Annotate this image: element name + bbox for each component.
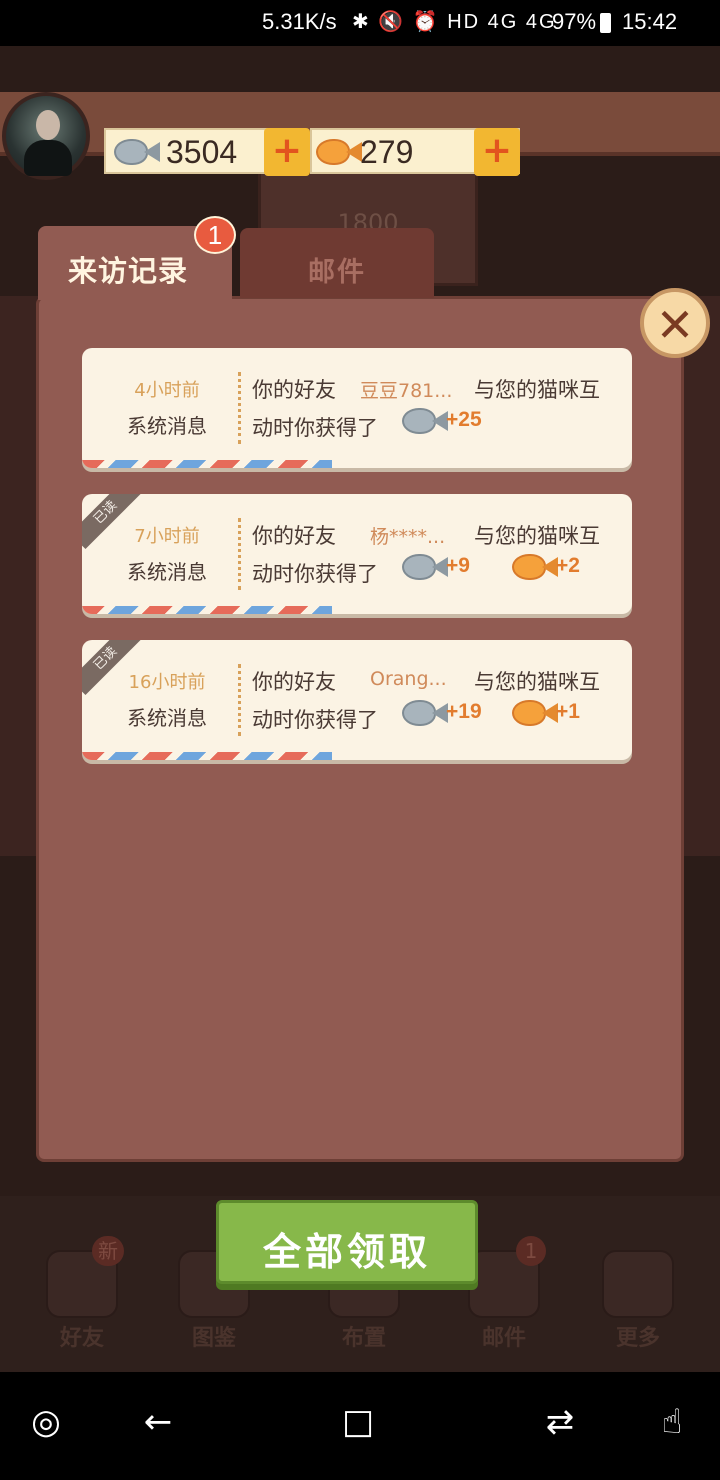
gold-reward: +1 xyxy=(512,698,580,732)
silver-fish-counter: 3504 + xyxy=(104,128,310,176)
tab-mail[interactable]: 邮件 xyxy=(240,228,434,298)
silver-reward-amount: +19 xyxy=(446,700,482,723)
nav-mail-label: 邮件 xyxy=(481,1326,526,1351)
player-avatar[interactable] xyxy=(2,92,90,180)
nav-friends[interactable]: 新 好友 xyxy=(32,1236,132,1360)
gold-fish-icon xyxy=(316,137,364,167)
more-icon xyxy=(602,1250,674,1318)
message-divider xyxy=(238,664,241,736)
silver-fish-icon xyxy=(402,552,450,582)
airmail-stripe xyxy=(82,752,332,760)
recents-icon[interactable]: □ xyxy=(328,1402,388,1442)
friend-name[interactable]: 豆豆781... xyxy=(360,376,452,403)
nav-atlas-label: 图鉴 xyxy=(191,1326,236,1351)
message-card[interactable]: 已读 16小时前 系统消息 你的好友 Orang... 与您的猫咪互 动时你获得… xyxy=(82,640,632,760)
message-time: 7小时前 xyxy=(134,526,200,547)
message-time: 16小时前 xyxy=(128,672,206,693)
message-suffix: 与您的猫咪互 xyxy=(474,670,600,694)
message-source: 系统消息 xyxy=(127,706,207,730)
tab-visit-records-label: 来访记录 xyxy=(68,254,189,288)
message-line2: 动时你获得了 xyxy=(252,416,378,440)
right-curtain xyxy=(684,296,720,856)
silver-reward: +9 xyxy=(402,552,470,586)
close-icon: ✕ xyxy=(655,298,695,352)
close-button[interactable]: ✕ xyxy=(640,288,710,358)
gold-fish-counter: 279 + xyxy=(310,128,520,176)
message-divider xyxy=(238,518,241,590)
system-nav-bar: ◎ ← □ ⇄ ☝ xyxy=(0,1372,720,1480)
message-suffix: 与您的猫咪互 xyxy=(474,378,600,402)
airmail-stripe xyxy=(82,460,332,468)
silver-fish-icon xyxy=(114,137,162,167)
silver-reward-amount: +9 xyxy=(446,554,470,577)
gold-fish-icon xyxy=(512,698,560,728)
gold-reward-amount: +2 xyxy=(556,554,580,577)
visit-records-badge: 1 xyxy=(194,216,236,254)
claim-all-label: 全部领取 xyxy=(262,1230,431,1274)
silver-fish-icon xyxy=(402,406,450,436)
airmail-stripe xyxy=(82,606,332,614)
message-suffix: 与您的猫咪互 xyxy=(474,524,600,548)
tab-mail-label: 邮件 xyxy=(308,257,366,288)
silver-reward-amount: +25 xyxy=(446,408,482,431)
game-tools-icon[interactable]: ◎ xyxy=(16,1402,76,1442)
message-time: 4小时前 xyxy=(134,380,200,401)
gold-fish-amount: 279 xyxy=(360,134,414,170)
message-divider xyxy=(238,372,241,444)
message-prefix: 你的好友 xyxy=(252,378,336,402)
net-speed: 5.31K/s xyxy=(262,9,337,34)
switch-icon[interactable]: ⇄ xyxy=(530,1402,590,1442)
message-prefix: 你的好友 xyxy=(252,670,336,694)
add-silver-button[interactable]: + xyxy=(264,128,310,176)
message-line2: 动时你获得了 xyxy=(252,708,378,732)
silver-reward: +25 xyxy=(402,406,482,440)
nav-more-label: 更多 xyxy=(615,1326,660,1351)
gold-fish-icon xyxy=(512,552,560,582)
nav-more[interactable]: 更多 xyxy=(588,1250,688,1360)
claim-all-button[interactable]: 全部领取 xyxy=(216,1200,478,1284)
silver-fish-icon xyxy=(402,698,450,728)
touch-icon[interactable]: ☝ xyxy=(642,1402,702,1442)
message-card[interactable]: 4小时前 系统消息 你的好友 豆豆781... 与您的猫咪互 动时你获得了 +2… xyxy=(82,348,632,468)
message-card[interactable]: 已读 7小时前 系统消息 你的好友 杨****... 与您的猫咪互 动时你获得了… xyxy=(82,494,632,614)
battery-icon xyxy=(600,13,611,33)
friends-new-badge: 新 xyxy=(92,1236,124,1266)
clock: 15:42 xyxy=(622,9,678,34)
message-line2: 动时你获得了 xyxy=(252,562,378,586)
avatar-head xyxy=(36,110,60,140)
status-bar: 5.31K/s ✱ 🔇 ⏰ HD 4G 4G 97% 15:42 xyxy=(0,0,720,46)
silver-reward: +19 xyxy=(402,698,482,732)
mail-badge: 1 xyxy=(516,1236,546,1266)
nav-layout-label: 布置 xyxy=(341,1326,386,1351)
add-gold-button[interactable]: + xyxy=(474,128,520,176)
gold-reward-amount: +1 xyxy=(556,700,580,723)
message-prefix: 你的好友 xyxy=(252,524,336,548)
back-icon[interactable]: ← xyxy=(128,1402,188,1442)
message-source: 系统消息 xyxy=(127,560,207,584)
nav-friends-label: 好友 xyxy=(59,1326,104,1351)
message-source: 系统消息 xyxy=(127,414,207,438)
avatar-body xyxy=(24,140,72,176)
friend-name[interactable]: Orang... xyxy=(370,668,447,690)
friend-name[interactable]: 杨****... xyxy=(370,522,445,549)
battery-level: 97% xyxy=(552,9,597,34)
gold-reward: +2 xyxy=(512,552,580,586)
status-icons: ✱ 🔇 ⏰ HD 4G 4G xyxy=(352,11,557,33)
silver-fish-amount: 3504 xyxy=(166,134,238,170)
